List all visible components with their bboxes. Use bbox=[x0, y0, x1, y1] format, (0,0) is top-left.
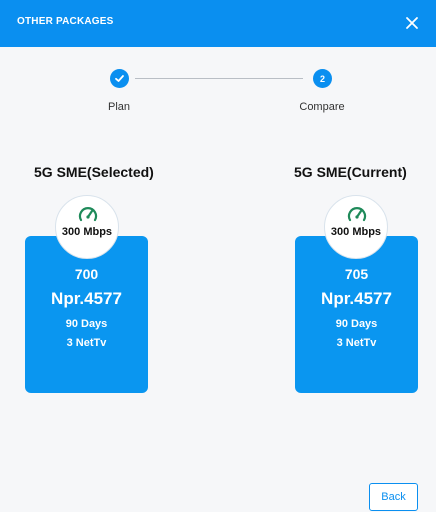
step-plan-label: Plan bbox=[107, 101, 131, 113]
package-card-current[interactable]: 705 Npr.4577 90 Days 3 NetTv bbox=[295, 236, 418, 393]
close-button[interactable] bbox=[403, 14, 421, 32]
package-card-selected[interactable]: 700 Npr.4577 90 Days 3 NetTv bbox=[25, 236, 148, 393]
dialog-title: OTHER PACKAGES bbox=[17, 16, 114, 27]
package-nettv: 3 NetTv bbox=[66, 337, 107, 349]
speedometer-icon bbox=[347, 207, 367, 222]
back-button[interactable]: Back bbox=[369, 483, 418, 511]
speed-badge: 300 Mbps bbox=[324, 195, 388, 259]
package-nettv: 3 NetTv bbox=[336, 337, 377, 349]
step-compare-circle[interactable]: 2 bbox=[313, 69, 332, 88]
package-code: 705 bbox=[344, 266, 369, 282]
package-price: Npr.4577 bbox=[51, 289, 122, 308]
package-price: Npr.4577 bbox=[321, 289, 392, 308]
stepper: 2 Plan Compare bbox=[0, 60, 436, 120]
package-title-current: 5G SME(Current) bbox=[294, 164, 407, 180]
stepper-connector bbox=[135, 78, 303, 79]
package-validity: 90 Days bbox=[65, 318, 108, 330]
package-validity: 90 Days bbox=[335, 318, 378, 330]
speed-value: 300 Mbps bbox=[61, 226, 113, 238]
speed-value: 300 Mbps bbox=[330, 226, 382, 238]
check-icon bbox=[115, 75, 124, 82]
package-code: 700 bbox=[74, 266, 99, 282]
package-title-selected: 5G SME(Selected) bbox=[34, 164, 154, 180]
close-icon[interactable] bbox=[403, 14, 421, 32]
step-plan-circle[interactable] bbox=[110, 69, 129, 88]
step-compare-label: Compare bbox=[299, 101, 345, 113]
speed-badge: 300 Mbps bbox=[55, 195, 119, 259]
speedometer-icon bbox=[78, 207, 98, 222]
dialog-header: OTHER PACKAGES bbox=[0, 0, 436, 47]
